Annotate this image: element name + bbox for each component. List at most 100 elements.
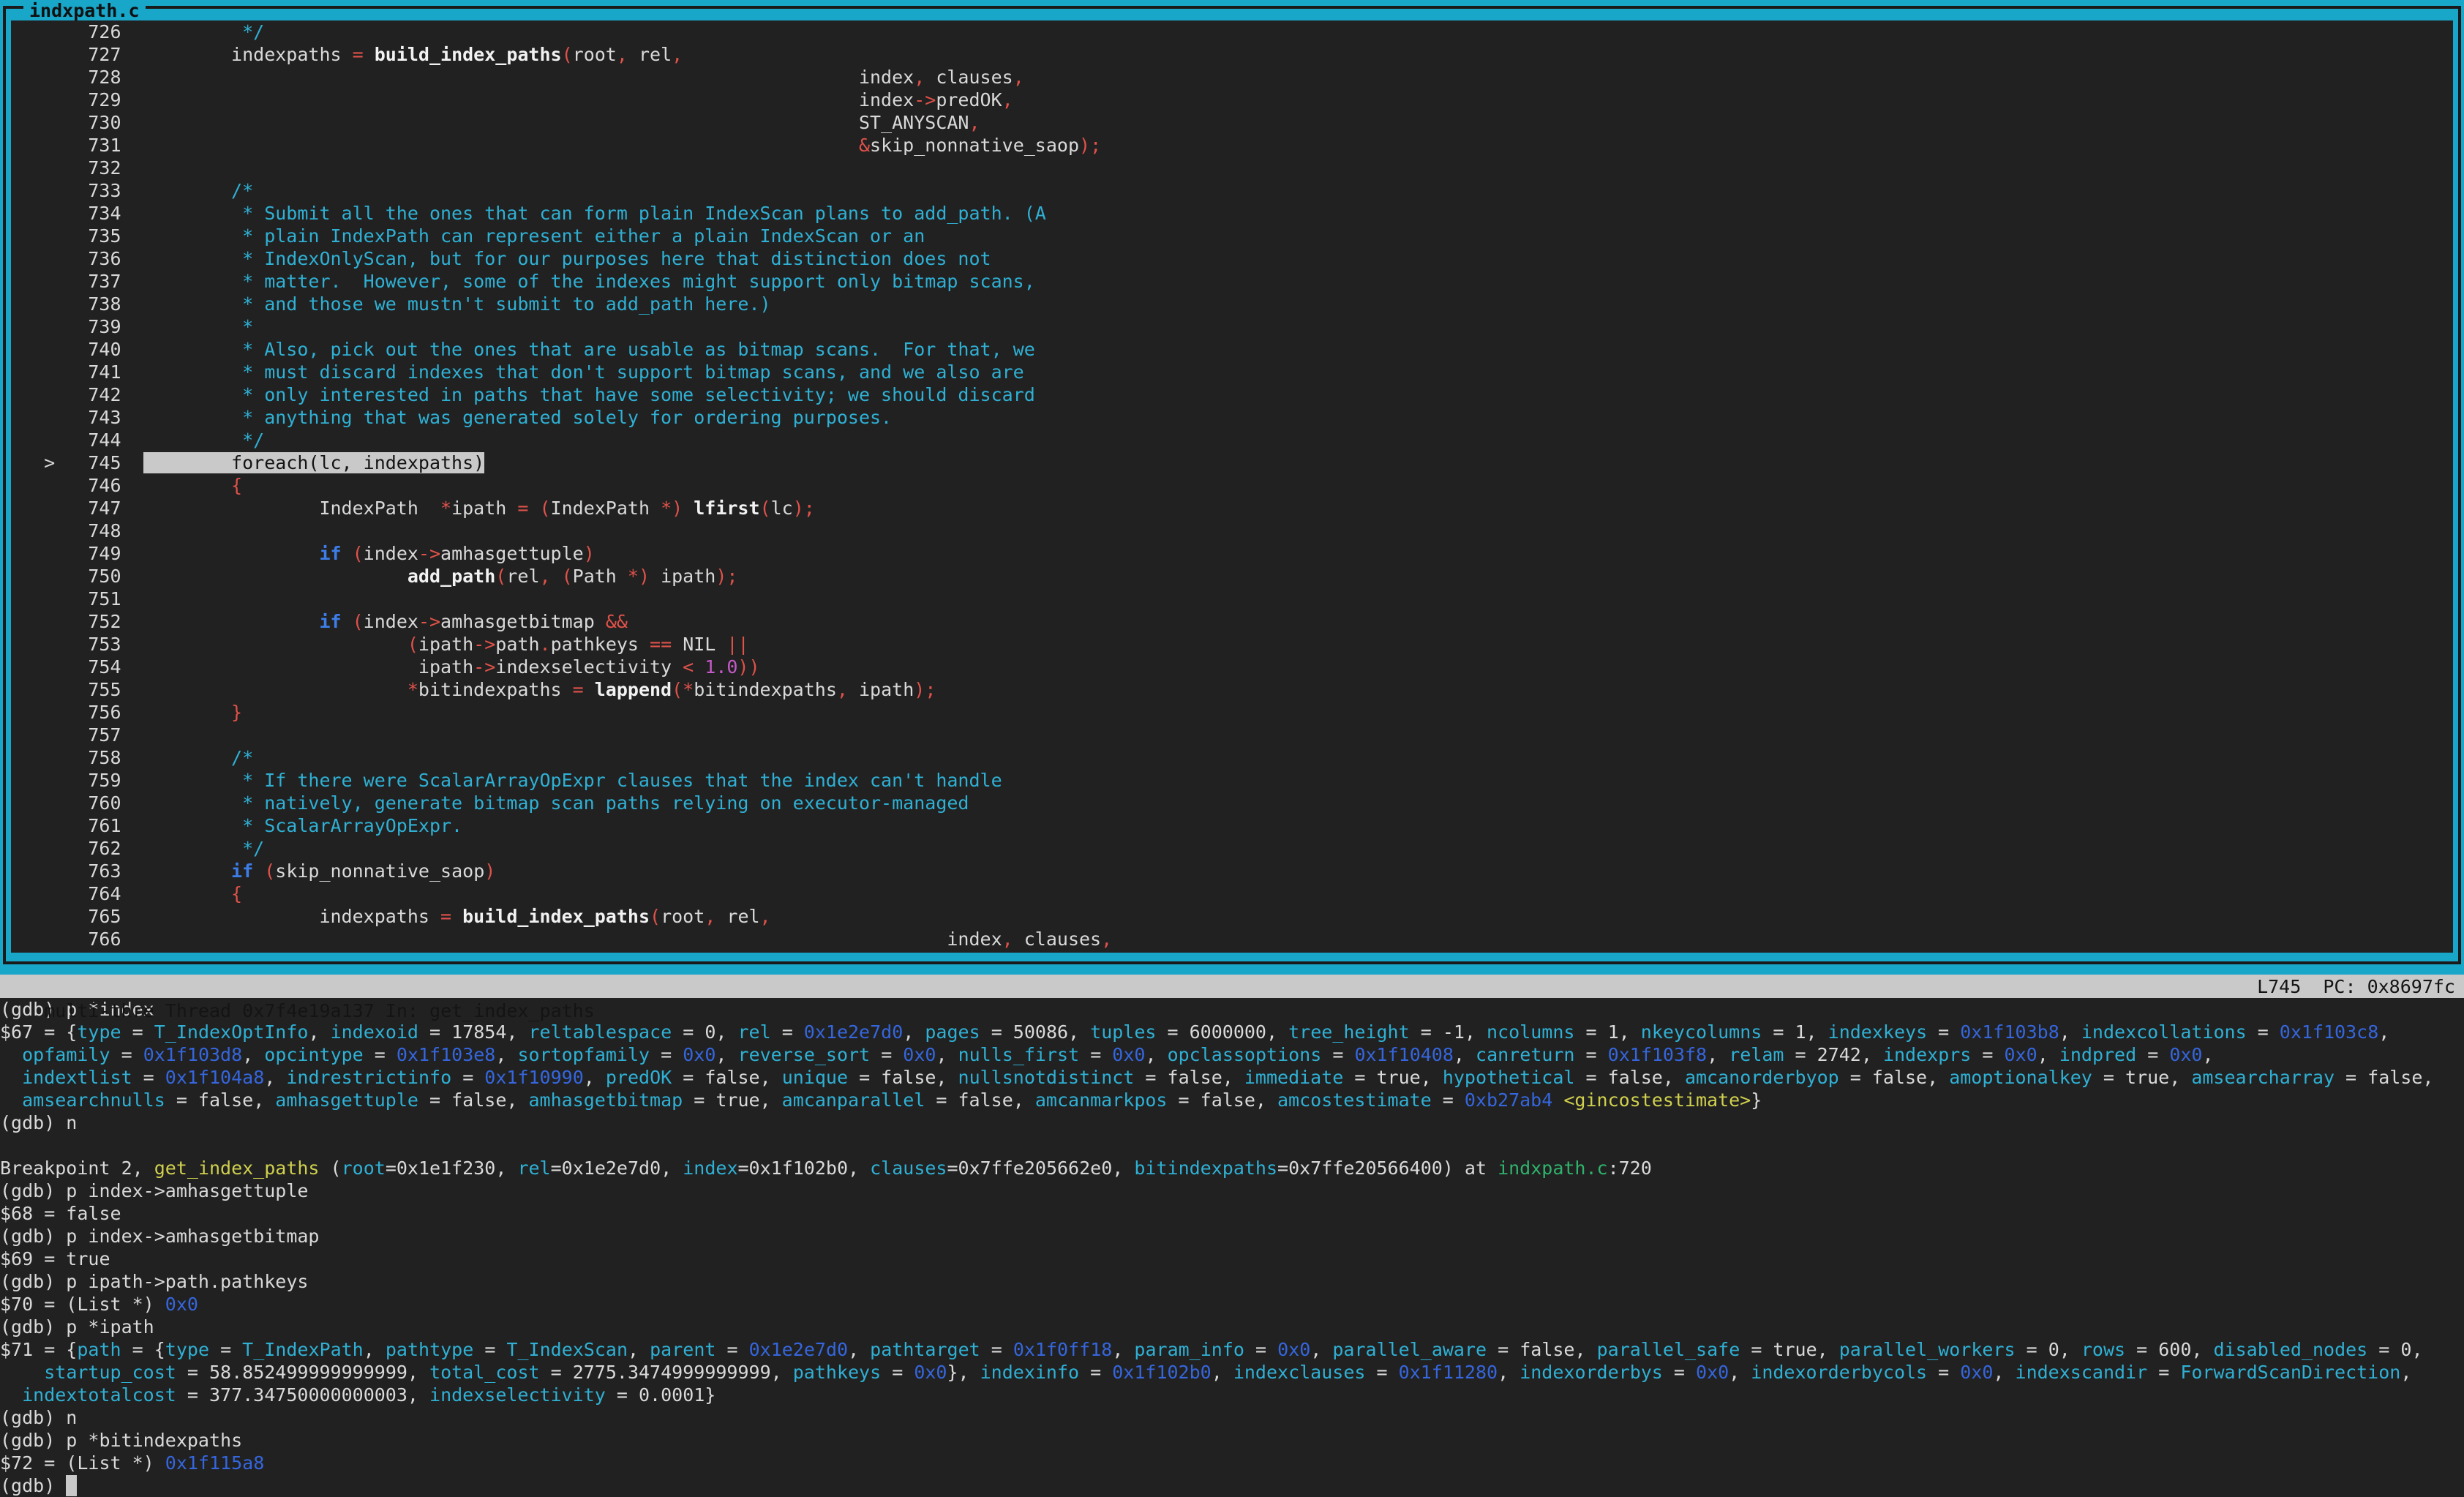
source-line: 761 * ScalarArrayOpExpr.: [11, 814, 2453, 837]
source-line: 756 }: [11, 701, 2453, 724]
line-number: 737: [11, 271, 143, 292]
line-number: 748: [11, 520, 143, 541]
console-line: [0, 1134, 2464, 1157]
line-number: 750: [11, 566, 143, 587]
console-line: opfamily = 0x1f103d8, opcintype = 0x1f10…: [0, 1043, 2464, 1066]
line-number: 752: [11, 611, 143, 632]
console-line: $70 = (List *) 0x0: [0, 1293, 2464, 1316]
status-thread-info: multi-thre Thread 0x7f4e19a137 In: get_i…: [44, 1000, 595, 1021]
source-pane: 726 */ 727 indexpaths = build_index_path…: [11, 20, 2453, 953]
source-line: 729 index->predOK,: [11, 89, 2453, 111]
line-number: 738: [11, 293, 143, 315]
console-line: Breakpoint 2, get_index_paths (root=0x1e…: [0, 1157, 2464, 1179]
source-line: 735 * plain IndexPath can represent eith…: [11, 225, 2453, 247]
source-line: 730 ST_ANYSCAN,: [11, 111, 2453, 134]
line-number: 731: [11, 135, 143, 156]
source-line: 748: [11, 519, 2453, 542]
source-line: 752 if (index->amhasgetbitmap &&: [11, 610, 2453, 633]
status-line-pc: L745 PC: 0x8697fc: [2257, 975, 2455, 999]
line-number: 746: [11, 475, 143, 496]
line-number: 730: [11, 112, 143, 133]
line-number: 759: [11, 770, 143, 791]
console-line: (gdb) n: [0, 1111, 2464, 1134]
line-number: 757: [11, 724, 143, 746]
source-line: 760 * natively, generate bitmap scan pat…: [11, 792, 2453, 814]
source-line: 740 * Also, pick out the ones that are u…: [11, 338, 2453, 361]
line-number: 761: [11, 815, 143, 836]
source-line: 737 * matter. However, some of the index…: [11, 270, 2453, 293]
line-number: 744: [11, 429, 143, 451]
source-window: indxpath.c 726 */ 727 indexpaths = build…: [0, 0, 2464, 975]
source-line: 758 /*: [11, 746, 2453, 769]
console-line: (gdb) p *ipath: [0, 1316, 2464, 1338]
console-line: (gdb) p *bitindexpaths: [0, 1429, 2464, 1452]
line-number: 740: [11, 339, 143, 360]
line-number: 764: [11, 883, 143, 904]
source-line: 763 if (skip_nonnative_saop): [11, 860, 2453, 882]
line-number: 732: [11, 157, 143, 179]
source-line: 751: [11, 588, 2453, 610]
line-number: 743: [11, 407, 143, 428]
source-line: 764 {: [11, 882, 2453, 905]
source-line: 732: [11, 157, 2453, 179]
source-line: 754 ipath->indexselectivity < 1.0)): [11, 656, 2453, 678]
highlighted-code: foreach(lc, indexpaths): [143, 452, 485, 473]
source-line: 757: [11, 724, 2453, 746]
source-line: 733 /*: [11, 179, 2453, 202]
source-line: 755 *bitindexpaths = lappend(*bitindexpa…: [11, 678, 2453, 701]
line-number: 729: [11, 89, 143, 110]
console-line: indextotalcost = 377.34750000000003, ind…: [0, 1384, 2464, 1406]
line-number: 736: [11, 248, 143, 269]
source-line: 734 * Submit all the ones that can form …: [11, 202, 2453, 225]
line-number: 756: [11, 702, 143, 723]
line-number: 755: [11, 679, 143, 700]
gdb-prompt-line[interactable]: (gdb): [0, 1474, 2464, 1497]
line-number: 762: [11, 838, 143, 859]
console-line: (gdb) p index->amhasgetbitmap: [0, 1225, 2464, 1248]
line-number: 734: [11, 203, 143, 224]
line-number: 735: [11, 225, 143, 247]
source-line: 765 indexpaths = build_index_paths(root,…: [11, 905, 2453, 928]
source-line: 759 * If there were ScalarArrayOpExpr cl…: [11, 769, 2453, 792]
line-number: 758: [11, 747, 143, 768]
console-line: $71 = {path = {type = T_IndexPath, patht…: [0, 1338, 2464, 1361]
source-line: 753 (ipath->path.pathkeys == NIL ||: [11, 633, 2453, 656]
line-number: 763: [11, 860, 143, 882]
line-number: 726: [11, 21, 143, 42]
source-line: 746 {: [11, 474, 2453, 497]
line-number: 727: [11, 44, 143, 65]
source-line: 731 &skip_nonnative_saop);: [11, 134, 2453, 157]
source-line: 728 index, clauses,: [11, 66, 2453, 89]
console-line: (gdb) n: [0, 1406, 2464, 1429]
source-line: 747 IndexPath *ipath = (IndexPath *) lfi…: [11, 497, 2453, 519]
source-line: 743 * anything that was generated solely…: [11, 406, 2453, 429]
console-line: (gdb) p index->amhasgettuple: [0, 1179, 2464, 1202]
source-line: 750 add_path(rel, (Path *) ipath);: [11, 565, 2453, 588]
console-line: indextlist = 0x1f104a8, indrestrictinfo …: [0, 1066, 2464, 1089]
source-line: 736 * IndexOnlyScan, but for our purpose…: [11, 247, 2453, 270]
line-number: 733: [11, 180, 143, 201]
line-number: 765: [11, 906, 143, 927]
line-number: 741: [11, 361, 143, 383]
gdb-console[interactable]: (gdb) p *index$67 = {type = T_IndexOptIn…: [0, 998, 2464, 1497]
line-number: 742: [11, 384, 143, 405]
line-number: 728: [11, 67, 143, 88]
console-line: $72 = (List *) 0x1f115a8: [0, 1452, 2464, 1474]
source-line: 749 if (index->amhasgettuple): [11, 542, 2453, 565]
console-line: $68 = false: [0, 1202, 2464, 1225]
source-line: 766 index, clauses,: [11, 928, 2453, 950]
source-file-title: indxpath.c: [23, 0, 146, 20]
line-number: 739: [11, 316, 143, 337]
source-line: 762 */: [11, 837, 2453, 860]
console-line: startup_cost = 58.852499999999999, total…: [0, 1361, 2464, 1384]
source-line: 744 */: [11, 429, 2453, 451]
console-line: (gdb) p ipath->path.pathkeys: [0, 1270, 2464, 1293]
line-number: 754: [11, 656, 143, 678]
source-line: 726 */: [11, 20, 2453, 43]
current-line-marker line-number: > 745: [11, 452, 143, 473]
source-line-current: > 745 foreach(lc, indexpaths): [11, 451, 2453, 474]
console-line: $69 = true: [0, 1248, 2464, 1270]
status-bar: multi-thre Thread 0x7f4e19a137 In: get_i…: [0, 975, 2464, 998]
console-line: $67 = {type = T_IndexOptInfo, indexoid =…: [0, 1021, 2464, 1043]
line-number: 749: [11, 543, 143, 564]
